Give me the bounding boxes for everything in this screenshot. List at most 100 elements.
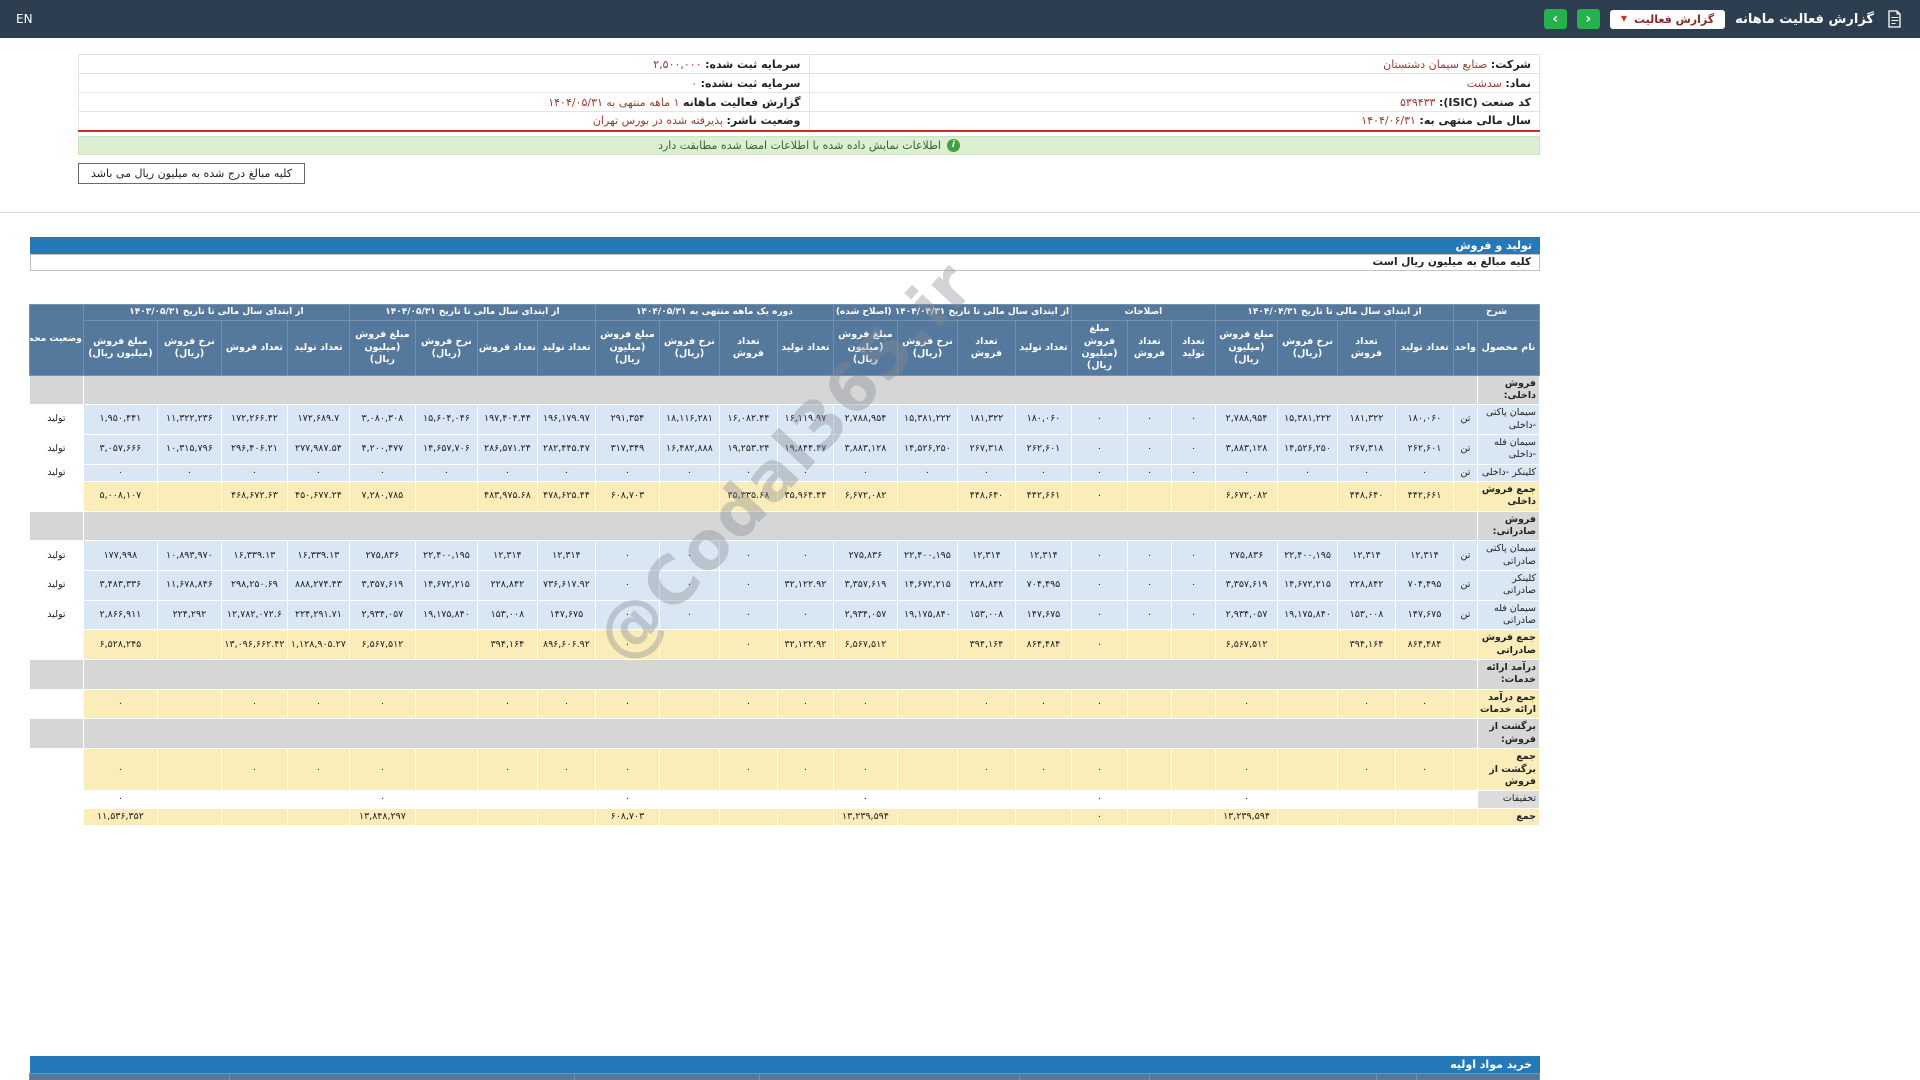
nav-next-button[interactable]: › bbox=[1543, 9, 1567, 29]
value-cell: ۱۳,۸۴۸,۲۹۷ bbox=[348, 807, 416, 826]
value-cell bbox=[956, 790, 1016, 809]
subcolumn-header: مبلغ فروش (میلیون ریال) bbox=[1215, 320, 1278, 376]
value-cell: ۰ bbox=[594, 629, 660, 661]
section-row: فروش داخلی: bbox=[28, 374, 1540, 406]
value-cell: ۰ bbox=[536, 748, 596, 792]
value-cell: ۱۵,۳۸۱,۲۲۲ bbox=[1277, 404, 1338, 435]
unit-cell: تن bbox=[1453, 404, 1478, 435]
unit-cell bbox=[1453, 790, 1478, 809]
purchase-section-title: خرید مواد اولیه bbox=[30, 1056, 1540, 1073]
value-cell: ۱۵۳,۰۰۸ bbox=[476, 599, 538, 631]
status-cell bbox=[28, 659, 84, 690]
value-cell: ۳۹۴,۱۶۴ bbox=[476, 629, 538, 661]
value-cell bbox=[414, 748, 478, 792]
info-label: وضعیت ناشر: bbox=[726, 114, 801, 128]
value-cell bbox=[414, 480, 478, 512]
value-cell: ۲۲,۴۰۰,۱۹۵ bbox=[1277, 540, 1338, 572]
info-value: ۰ bbox=[691, 76, 698, 90]
info-cell: سرمایه ثبت نشده: ۰ bbox=[78, 73, 810, 93]
value-cell bbox=[1171, 807, 1216, 826]
info-row: سال مالی منتهی به: ۱۴۰۴/۰۶/۳۱ وضعیت ناشر:… bbox=[78, 111, 1540, 131]
value-cell: ۱۲,۳۱۴ bbox=[1337, 540, 1396, 572]
value-cell: ۰ bbox=[82, 790, 158, 809]
info-cell: گزارش فعالیت ماهانه ۱ ماهه منتهی به ۱۴۰۴… bbox=[78, 92, 810, 112]
value-cell: ۲۲,۴۰۰,۱۹۵ bbox=[414, 540, 478, 572]
value-cell: ۱۴۷,۶۷۵ bbox=[1014, 599, 1072, 631]
info-cell: نماد: سدشت bbox=[808, 73, 1540, 93]
value-cell: ۱۲,۳۱۴ bbox=[956, 540, 1016, 572]
value-cell: ۰ bbox=[1215, 463, 1278, 482]
info-label: سرمایه ثبت شده: bbox=[705, 57, 801, 71]
product-name: جمع bbox=[1477, 807, 1540, 826]
value-cell: ۰ bbox=[1215, 688, 1278, 720]
value-cell bbox=[1395, 790, 1454, 809]
value-cell: ۱۹,۱۷۵,۸۴۰ bbox=[896, 599, 958, 631]
info-value[interactable]: صنایع سیمان دشتستان bbox=[1383, 58, 1487, 71]
section-label: برگشت از فروش: bbox=[1477, 718, 1540, 750]
column-group-header: از ابتدای سال مالی تا تاریخ ۱۴۰۴/۰۴/۳۱ (… bbox=[832, 303, 1072, 322]
value-cell: ۰ bbox=[1171, 404, 1216, 435]
subcolumn-header: تعداد تولید bbox=[1395, 320, 1454, 376]
report-type-dropdown[interactable]: گزارش فعالیت ▼ bbox=[1609, 9, 1726, 29]
value-cell: ۰ bbox=[594, 540, 660, 572]
value-cell bbox=[156, 688, 222, 720]
unit-header: واحد bbox=[1453, 320, 1478, 376]
value-cell bbox=[476, 807, 538, 826]
value-cell: ۱۹,۸۴۴.۴۷ bbox=[776, 433, 834, 465]
value-cell: ۱,۹۵۰,۴۴۱ bbox=[82, 404, 158, 435]
value-cell: ۱۱,۳۲۲,۲۳۶ bbox=[156, 404, 222, 435]
info-label: شرکت: bbox=[1490, 57, 1531, 71]
production-section-title: تولید و فروش bbox=[30, 236, 1540, 254]
language-toggle[interactable]: EN bbox=[16, 12, 33, 26]
nav-previous-button[interactable]: ‹ bbox=[1576, 9, 1600, 29]
value-cell: ۰ bbox=[658, 599, 720, 631]
value-cell: ۰ bbox=[1014, 688, 1072, 720]
value-cell bbox=[896, 790, 958, 809]
info-value: ۱۴۰۴/۰۶/۳۱ bbox=[1361, 114, 1416, 128]
value-cell bbox=[1171, 790, 1216, 809]
value-cell: ۱۹,۱۷۵,۸۴۰ bbox=[414, 599, 478, 631]
value-cell: ۰ bbox=[956, 748, 1016, 792]
desc-group-header: شرح bbox=[1453, 303, 1540, 322]
value-cell: ۲۷۵,۸۳۶ bbox=[348, 540, 416, 572]
info-label: کد صنعت (ISIC): bbox=[1438, 95, 1531, 109]
value-cell: ۱۸۱,۳۲۲ bbox=[956, 404, 1016, 435]
info-value[interactable]: سدشت bbox=[1467, 77, 1502, 90]
value-cell bbox=[536, 790, 596, 809]
value-cell: ۰ bbox=[658, 463, 720, 482]
value-cell: ۸۹۶,۶۰۶.۹۲ bbox=[536, 629, 596, 661]
info-label: سرمایه ثبت نشده: bbox=[700, 76, 801, 90]
unit-cell bbox=[1453, 807, 1478, 826]
value-cell: ۱۶,۱۱۹.۹۷ bbox=[776, 404, 834, 435]
section-label: فروش صادراتی: bbox=[1477, 510, 1540, 542]
value-cell: ۷,۲۸۰,۷۸۵ bbox=[348, 480, 416, 512]
value-cell: ۴۴۲,۶۶۱ bbox=[1395, 480, 1454, 512]
company-info: شرکت: صنایع سیمان دشتستان سرمایه ثبت شده:… bbox=[78, 54, 1540, 132]
value-cell: ۱۶,۰۸۲.۴۴ bbox=[718, 404, 778, 435]
status-cell: تولید bbox=[28, 463, 84, 482]
info-value: ۲,۵۰۰,۰۰۰ bbox=[653, 57, 702, 71]
value-cell: ۱۲,۳۱۴ bbox=[1014, 540, 1072, 572]
value-cell: ۳۵,۹۶۴.۴۴ bbox=[776, 480, 834, 512]
subcolumn-header: مبلغ فروش (میلیون ریال) bbox=[82, 320, 158, 376]
value-cell: ۱۳,۲۳۹,۵۹۴ bbox=[832, 807, 898, 826]
value-cell bbox=[1337, 790, 1396, 809]
value-cell bbox=[1127, 629, 1172, 661]
info-cell: کد صنعت (ISIC): ۵۳۹۴۳۳ bbox=[808, 92, 1540, 112]
value-cell: ۰ bbox=[82, 463, 158, 482]
value-cell: ۰ bbox=[776, 540, 834, 572]
value-cell bbox=[414, 629, 478, 661]
section-row: فروش صادراتی: bbox=[28, 510, 1540, 542]
value-cell: ۱۴,۵۲۶,۲۵۰ bbox=[896, 433, 958, 465]
value-cell bbox=[156, 807, 222, 826]
value-cell: ۲۷۷,۹۸۷.۵۴ bbox=[286, 433, 350, 465]
column-group-header: اصلاحات bbox=[1070, 303, 1217, 322]
value-cell: ۲,۹۳۴,۰۵۷ bbox=[1215, 599, 1278, 631]
value-cell: ۰ bbox=[414, 463, 478, 482]
value-cell: ۱۵,۶۰۴,۰۴۶ bbox=[414, 404, 478, 435]
value-cell: ۱۹۶,۱۷۹.۹۷ bbox=[536, 404, 596, 435]
value-cell: ۷۰۴,۴۹۵ bbox=[1395, 570, 1454, 601]
amounts-subtitle: کلیه مبالغ به میلیون ریال است bbox=[30, 253, 1540, 271]
value-cell: ۱۷۷,۹۹۸ bbox=[82, 540, 158, 572]
notice-text: اطلاعات نمایش داده شده با اطلاعات امضا ش… bbox=[658, 138, 941, 152]
